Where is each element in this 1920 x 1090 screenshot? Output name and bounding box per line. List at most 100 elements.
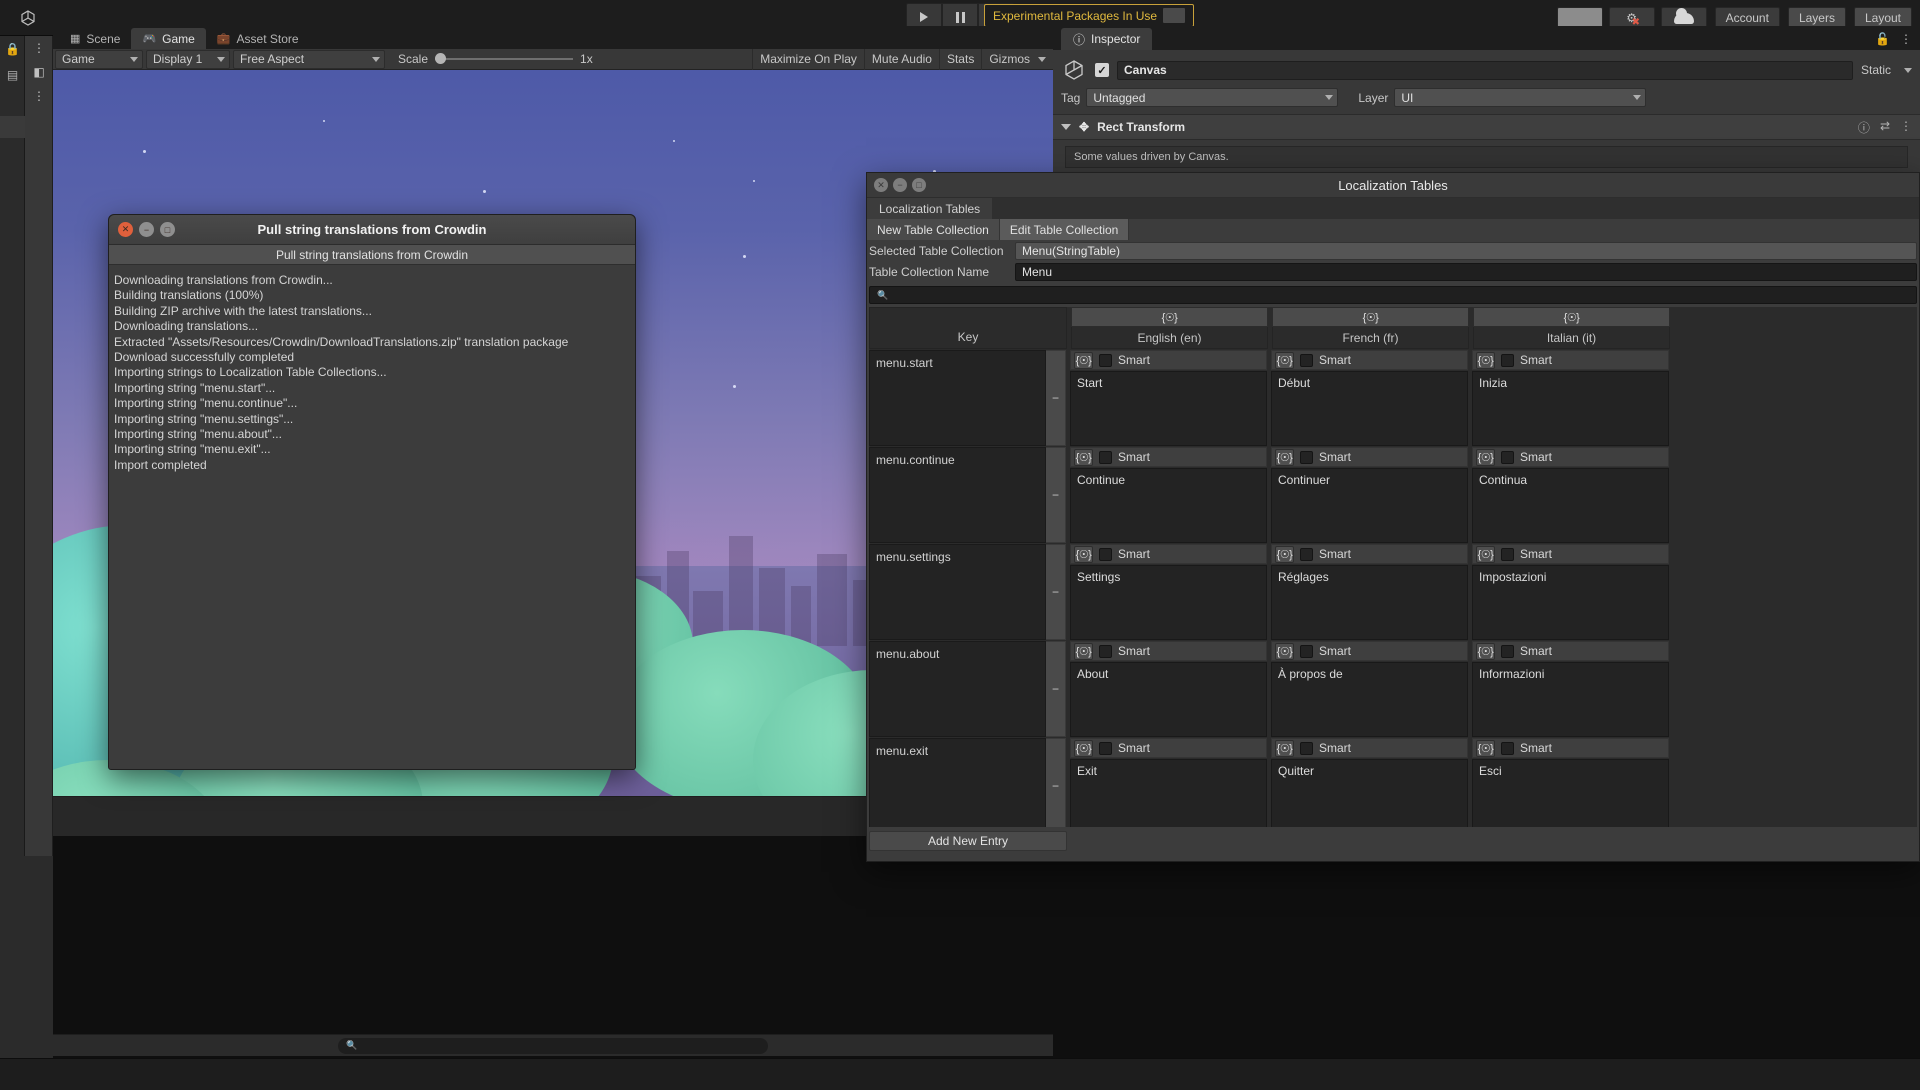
scale-slider[interactable] — [435, 53, 574, 64]
metadata-gear-icon[interactable]: {☉} — [1275, 545, 1294, 563]
translation-input[interactable]: À propos de — [1271, 662, 1468, 737]
static-toggle[interactable]: Static — [1861, 63, 1912, 77]
metadata-gear-icon[interactable]: {☉} — [1272, 307, 1469, 327]
translation-input[interactable]: Continuer — [1271, 468, 1468, 543]
table-search-input[interactable]: 🔍 — [869, 286, 1917, 304]
metadata-gear-icon[interactable]: {☉} — [1275, 448, 1294, 466]
row-cell-italian[interactable]: {☉} Smart Inizia — [1472, 350, 1669, 446]
row-expand-handle[interactable]: − — [1046, 350, 1066, 446]
gameobject-name-field[interactable]: Canvas — [1117, 60, 1853, 80]
translation-input[interactable]: Inizia — [1472, 371, 1669, 446]
row-expand-handle[interactable]: − — [1046, 738, 1066, 827]
dialog-titlebar[interactable]: ✕ − □ Pull string translations from Crow… — [109, 215, 635, 245]
table-row[interactable]: menu.continue − {☉} Smart Continue {☉} Sma… — [869, 447, 1917, 543]
project-search-field[interactable]: 🔍 — [338, 1037, 768, 1054]
column-header-italian[interactable]: {☉} Italian (it) — [1473, 307, 1670, 349]
scale-slider-knob[interactable] — [435, 53, 447, 64]
foldout-arrow-icon[interactable] — [1061, 124, 1071, 130]
stats-toggle[interactable]: Stats — [938, 48, 981, 70]
translation-input[interactable]: About — [1070, 662, 1267, 737]
rect-transform-component-header[interactable]: ✥ Rect Transform ⓘ ⇄ ⋮ — [1053, 114, 1920, 140]
column-header-english[interactable]: {☉} English (en) — [1071, 307, 1268, 349]
kebab-menu-icon[interactable]: ⋮ — [1900, 32, 1912, 46]
smart-checkbox[interactable] — [1501, 741, 1514, 755]
row-cell-french[interactable]: {☉} Smart Réglages — [1271, 544, 1468, 640]
more-dots-icon[interactable]: ⋮ — [25, 84, 53, 108]
metadata-gear-icon[interactable]: {☉} — [1473, 307, 1670, 327]
lock-icon[interactable]: 🔓 — [1875, 32, 1890, 46]
metadata-gear-icon[interactable]: {☉} — [1275, 739, 1294, 757]
localization-titlebar[interactable]: ✕ − □ Localization Tables — [867, 173, 1919, 198]
smart-checkbox[interactable] — [1300, 644, 1313, 658]
table-row[interactable]: menu.start − {☉} Smart Start {☉} Smart Déb… — [869, 350, 1917, 446]
lock-icon[interactable]: 🔒 — [0, 36, 25, 62]
smart-checkbox[interactable] — [1300, 450, 1313, 464]
row-cell-french[interactable]: {☉} Smart Début — [1271, 350, 1468, 446]
table-row[interactable]: menu.about − {☉} Smart About {☉} Smart À p… — [869, 641, 1917, 737]
row-expand-handle[interactable]: − — [1046, 544, 1066, 640]
smart-checkbox[interactable] — [1300, 547, 1313, 561]
new-table-collection-button[interactable]: New Table Collection — [867, 219, 1000, 240]
row-key-cell[interactable]: menu.exit — [869, 738, 1046, 827]
translation-input[interactable]: Continua — [1472, 468, 1669, 543]
scale-control[interactable]: Scale 1x — [398, 52, 593, 66]
tag-dropdown[interactable]: Untagged — [1086, 88, 1339, 107]
tab-localization-tables[interactable]: Localization Tables — [867, 198, 993, 219]
smart-checkbox[interactable] — [1300, 353, 1313, 367]
row-cell-english[interactable]: {☉} Smart About — [1070, 641, 1267, 737]
smart-checkbox[interactable] — [1501, 353, 1514, 367]
metadata-gear-icon[interactable]: {☉} — [1476, 739, 1495, 757]
row-key-cell[interactable]: menu.about — [869, 641, 1046, 737]
row-key-cell[interactable]: menu.start — [869, 350, 1046, 446]
menu-dots-icon[interactable]: ⋮ — [25, 36, 53, 60]
display-dropdown[interactable]: Display 1 — [146, 49, 230, 69]
tab-scene[interactable]: ▦ Scene — [59, 28, 131, 49]
smart-checkbox[interactable] — [1099, 741, 1112, 755]
row-expand-handle[interactable]: − — [1046, 641, 1066, 737]
aspect-dropdown[interactable]: Free Aspect — [233, 49, 385, 69]
smart-checkbox[interactable] — [1501, 644, 1514, 658]
metadata-gear-icon[interactable]: {☉} — [1074, 448, 1093, 466]
row-cell-italian[interactable]: {☉} Smart Impostazioni — [1472, 544, 1669, 640]
smart-checkbox[interactable] — [1300, 741, 1313, 755]
smart-checkbox[interactable] — [1099, 450, 1112, 464]
metadata-gear-icon[interactable]: {☉} — [1476, 545, 1495, 563]
tab-asset-store[interactable]: 💼 Asset Store — [206, 28, 310, 49]
row-cell-french[interactable]: {☉} Smart À propos de — [1271, 641, 1468, 737]
row-cell-italian[interactable]: {☉} Smart Continua — [1472, 447, 1669, 543]
translation-input[interactable]: Esci — [1472, 759, 1669, 827]
translation-input[interactable]: Réglages — [1271, 565, 1468, 640]
smart-checkbox[interactable] — [1099, 353, 1112, 367]
close-icon[interactable]: ✕ — [118, 222, 133, 237]
row-cell-italian[interactable]: {☉} Smart Informazioni — [1472, 641, 1669, 737]
edit-table-collection-button[interactable]: Edit Table Collection — [999, 219, 1130, 240]
row-cell-english[interactable]: {☉} Smart Continue — [1070, 447, 1267, 543]
translation-input[interactable]: Début — [1271, 371, 1468, 446]
experimental-packages-badge[interactable]: Experimental Packages In Use — [984, 4, 1195, 27]
metadata-gear-icon[interactable]: {☉} — [1476, 351, 1495, 369]
smart-checkbox[interactable] — [1501, 450, 1514, 464]
metadata-gear-icon[interactable]: {☉} — [1275, 351, 1294, 369]
translation-input[interactable]: Informazioni — [1472, 662, 1669, 737]
panel-icon[interactable]: ▤ — [0, 62, 25, 88]
translation-input[interactable]: Exit — [1070, 759, 1267, 827]
metadata-gear-icon[interactable]: {☉} — [1476, 642, 1495, 660]
gameobject-active-checkbox[interactable]: ✓ — [1095, 63, 1109, 77]
row-key-cell[interactable]: menu.continue — [869, 447, 1046, 543]
translation-input[interactable]: Settings — [1070, 565, 1267, 640]
project-search-bar[interactable]: 🔍 — [53, 1034, 1053, 1056]
column-header-key[interactable]: Key — [869, 307, 1067, 349]
metadata-gear-icon[interactable]: {☉} — [1074, 642, 1093, 660]
help-icon[interactable]: ⓘ — [1858, 119, 1870, 136]
tab-game[interactable]: 🎮 Game — [131, 28, 206, 49]
row-cell-french[interactable]: {☉} Smart Quitter — [1271, 738, 1468, 827]
table-row[interactable]: menu.exit − {☉} Smart Exit {☉} Smart Quitt… — [869, 738, 1917, 827]
maximize-on-play-toggle[interactable]: Maximize On Play — [752, 48, 864, 70]
row-cell-english[interactable]: {☉} Smart Start — [1070, 350, 1267, 446]
smart-checkbox[interactable] — [1501, 547, 1514, 561]
add-new-entry-button[interactable]: Add New Entry — [869, 831, 1067, 851]
row-cell-english[interactable]: {☉} Smart Exit — [1070, 738, 1267, 827]
metadata-gear-icon[interactable]: {☉} — [1275, 642, 1294, 660]
translation-input[interactable]: Impostazioni — [1472, 565, 1669, 640]
hierarchy-icon[interactable]: ◧ — [25, 60, 53, 84]
